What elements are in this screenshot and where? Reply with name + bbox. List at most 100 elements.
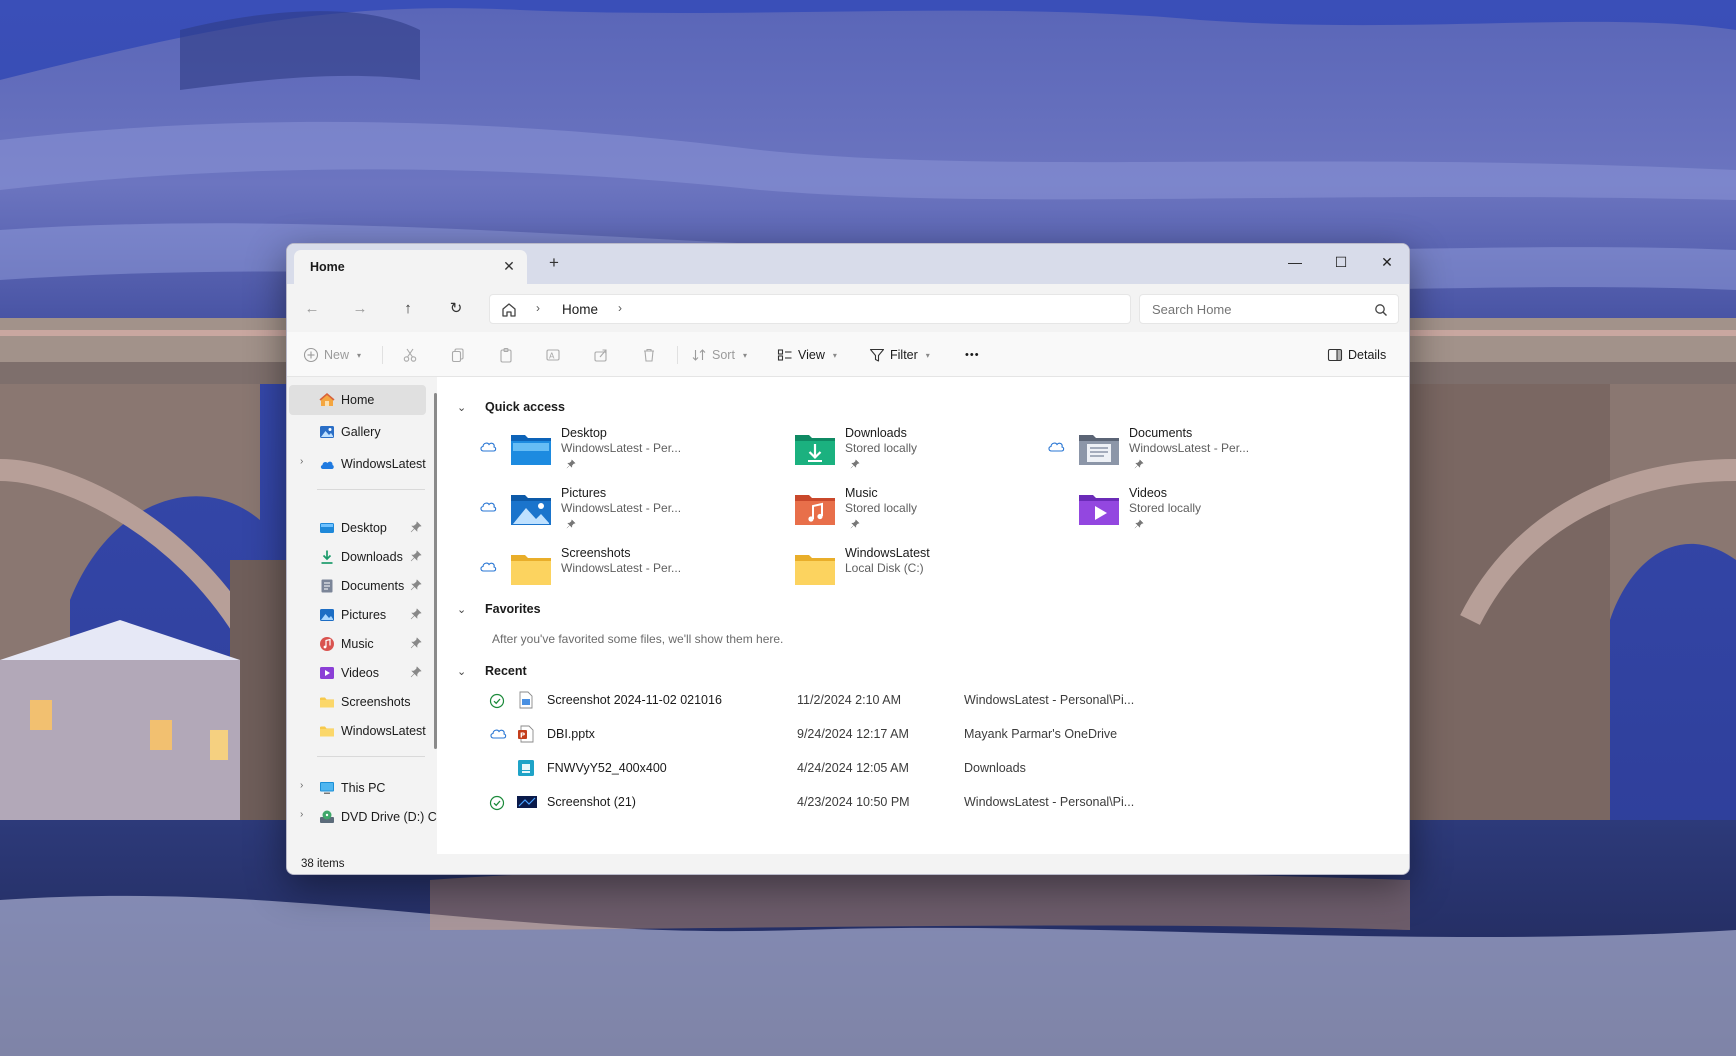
new-button[interactable]: New ▾ <box>303 344 361 366</box>
sidebar-item-downloads[interactable]: Downloads <box>289 542 426 572</box>
collapse-chevron-icon[interactable]: ⌄ <box>457 665 471 678</box>
recent-row[interactable]: Screenshot (21) 4/23/2024 10:50 PM Windo… <box>437 787 1397 817</box>
breadcrumb-separator[interactable]: › <box>618 301 622 315</box>
refresh-button[interactable]: ↻ <box>443 296 469 322</box>
sidebar-item-home[interactable]: Home <box>289 385 426 415</box>
sidebar-item-documents[interactable]: Documents <box>289 571 426 601</box>
more-options-button[interactable]: ••• <box>965 344 980 366</box>
close-window-button[interactable]: ✕ <box>1365 248 1409 276</box>
sidebar-item-pictures[interactable]: Pictures <box>289 600 426 630</box>
pin-icon <box>1134 458 1144 469</box>
title-bar: Home ✕ + — ☐ ✕ <box>287 244 1409 284</box>
filter-button[interactable]: Filter ▾ <box>869 344 930 366</box>
collapse-chevron-icon[interactable]: ⌄ <box>457 401 471 414</box>
sidebar-item-dvd-drive[interactable]: › DVD Drive (D:) C <box>289 802 437 832</box>
back-button[interactable]: ← <box>299 296 325 322</box>
cloud-status-icon <box>479 560 497 572</box>
delete-button[interactable] <box>641 344 657 366</box>
cut-button[interactable] <box>402 344 418 366</box>
sort-button[interactable]: Sort ▾ <box>691 344 747 366</box>
quick-access-music[interactable]: Music Stored locally <box>763 483 1023 535</box>
breadcrumb-separator[interactable]: › <box>536 301 540 315</box>
breadcrumb-home[interactable]: Home <box>562 302 598 317</box>
sidebar-item-screenshots[interactable]: Screenshots <box>289 687 426 717</box>
new-tab-button[interactable]: + <box>549 254 559 272</box>
music-folder-icon <box>793 489 837 529</box>
pin-icon[interactable] <box>410 579 422 591</box>
favorites-header[interactable]: ⌄ Favorites <box>457 599 541 619</box>
expand-chevron-icon[interactable]: › <box>300 809 303 820</box>
downloads-icon <box>319 549 335 565</box>
sidebar-item-music[interactable]: Music <box>289 629 426 659</box>
sidebar-item-gallery[interactable]: Gallery <box>289 417 426 447</box>
quick-access-screenshots[interactable]: Screenshots WindowsLatest - Per... <box>479 543 739 595</box>
navigation-pane: Home Gallery › WindowsLatest Desktop Dow… <box>287 377 437 857</box>
quick-access-pictures[interactable]: Pictures WindowsLatest - Per... <box>479 483 739 535</box>
documents-icon <box>319 578 335 594</box>
paste-button[interactable] <box>498 344 514 366</box>
quick-access-documents[interactable]: Documents WindowsLatest - Per... <box>1047 423 1307 475</box>
expand-chevron-icon[interactable]: › <box>300 456 303 467</box>
image-file-icon <box>517 759 535 777</box>
collapse-chevron-icon[interactable]: ⌄ <box>457 603 471 616</box>
cloud-status-icon <box>1047 440 1065 452</box>
details-label: Details <box>1348 348 1387 362</box>
recent-row[interactable]: FNWVyY52_400x400 4/24/2024 12:05 AM Down… <box>437 753 1397 783</box>
forward-button[interactable]: → <box>347 296 373 322</box>
trash-icon <box>644 348 654 362</box>
tab-close-icon[interactable]: ✕ <box>501 258 517 274</box>
share-button[interactable] <box>593 344 609 366</box>
details-pane-icon <box>1327 348 1343 362</box>
search-box[interactable] <box>1139 294 1399 324</box>
pin-icon[interactable] <box>410 666 422 678</box>
pin-icon[interactable] <box>410 521 422 533</box>
maximize-button[interactable]: ☐ <box>1319 248 1363 276</box>
home-icon[interactable] <box>500 301 518 319</box>
new-label: New <box>324 348 350 362</box>
search-icon[interactable] <box>1374 303 1388 317</box>
quick-access-header[interactable]: ⌄ Quick access <box>457 397 565 417</box>
tab-home[interactable]: Home ✕ <box>294 250 527 284</box>
recent-row[interactable]: Screenshot 2024-11-02 021016 11/2/2024 2… <box>437 685 1397 715</box>
address-bar[interactable]: › Home › <box>489 294 1131 324</box>
sidebar-item-desktop[interactable]: Desktop <box>289 513 426 543</box>
expand-chevron-icon[interactable]: › <box>300 780 303 791</box>
cloud-status-icon <box>479 500 497 512</box>
search-input[interactable] <box>1152 302 1362 317</box>
rename-button[interactable]: A <box>545 344 561 366</box>
view-label: View <box>798 348 825 362</box>
paste-icon <box>500 347 512 363</box>
quick-access-downloads[interactable]: Downloads Stored locally <box>763 423 1023 475</box>
quick-access-desktop[interactable]: Desktop WindowsLatest - Per... <box>479 423 739 475</box>
copy-button[interactable] <box>450 344 466 366</box>
navigation-bar: ← → ↑ ↻ › Home › <box>287 284 1409 332</box>
rename-icon: A <box>546 349 560 361</box>
scissors-icon <box>403 348 417 362</box>
cloud-status-icon <box>479 440 497 452</box>
details-button[interactable]: Details <box>1327 344 1386 366</box>
documents-folder-icon <box>1077 429 1121 469</box>
view-button[interactable]: View ▾ <box>777 344 837 366</box>
svg-text:P: P <box>520 732 525 740</box>
sidebar-item-onedrive[interactable]: › WindowsLatest <box>289 449 426 479</box>
folder-icon <box>319 723 335 739</box>
gallery-icon <box>319 424 335 440</box>
pin-icon[interactable] <box>410 608 422 620</box>
synced-check-icon <box>489 693 505 709</box>
sidebar-item-windowslatest-folder[interactable]: WindowsLatest <box>289 716 426 746</box>
pin-icon[interactable] <box>410 637 422 649</box>
minimize-button[interactable]: — <box>1273 248 1317 276</box>
desktop-folder-icon <box>509 429 553 469</box>
pin-icon[interactable] <box>410 550 422 562</box>
quick-access-videos[interactable]: Videos Stored locally <box>1047 483 1307 535</box>
filter-funnel-icon <box>869 348 885 362</box>
up-button[interactable]: ↑ <box>395 296 421 322</box>
image-file-icon <box>517 691 535 709</box>
recent-header[interactable]: ⌄ Recent <box>457 661 527 681</box>
cloud-only-icon <box>489 727 507 741</box>
sidebar-item-this-pc[interactable]: › This PC <box>289 773 426 803</box>
dvd-drive-icon <box>319 809 335 825</box>
quick-access-windowslatest[interactable]: WindowsLatest Local Disk (C:) <box>763 543 1023 595</box>
sidebar-item-videos[interactable]: Videos <box>289 658 426 688</box>
recent-row[interactable]: P DBI.pptx 9/24/2024 12:17 AM Mayank Par… <box>437 719 1397 749</box>
